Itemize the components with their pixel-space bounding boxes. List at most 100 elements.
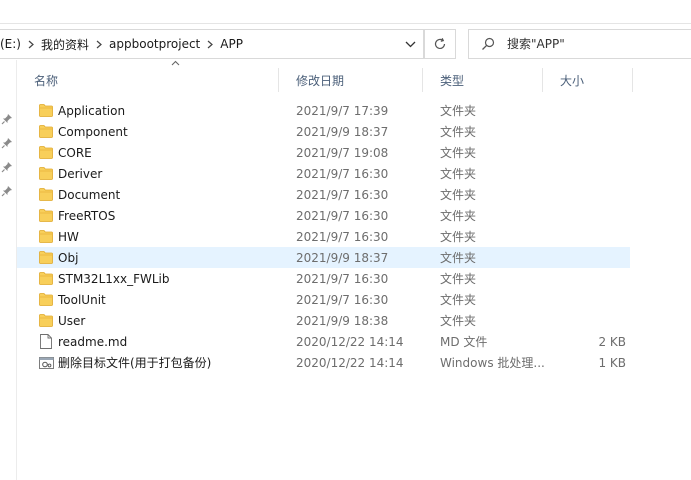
column-header-date[interactable]: 修改日期 — [279, 66, 423, 94]
file-row[interactable]: Deriver 2021/9/7 16:30 文件夹 — [17, 163, 691, 184]
folder-icon — [38, 124, 54, 140]
file-name: HW — [58, 229, 79, 244]
file-name-cell[interactable]: STM32L1xx_FWLib — [38, 268, 288, 289]
file-name-cell[interactable]: 删除目标文件(用于打包备份) — [38, 352, 288, 373]
file-name: ToolUnit — [58, 292, 106, 307]
file-name: Deriver — [58, 166, 103, 181]
file-date: 2021/9/9 18:37 — [296, 124, 389, 139]
file-type: 文件夹 — [440, 104, 477, 118]
file-type: 文件夹 — [440, 251, 477, 265]
file-row[interactable]: Application 2021/9/7 17:39 文件夹 — [17, 100, 691, 121]
file-name-cell[interactable]: CORE — [38, 142, 288, 163]
file-type: 文件夹 — [440, 293, 477, 307]
file-type: 文件夹 — [440, 272, 477, 286]
file-name-cell[interactable]: FreeRTOS — [38, 205, 288, 226]
column-header-size[interactable]: 大小 — [543, 66, 633, 94]
file-size: 2 KB — [598, 334, 626, 349]
file-date: 2021/9/7 16:30 — [296, 208, 389, 223]
folder-icon — [38, 145, 54, 161]
file-row[interactable]: STM32L1xx_FWLib 2021/9/7 16:30 文件夹 — [17, 268, 691, 289]
document-icon — [38, 334, 54, 350]
file-row[interactable]: 删除目标文件(用于打包备份) 2020/12/22 14:14 Windows 批处… — [17, 352, 691, 373]
refresh-button[interactable] — [424, 29, 456, 59]
file-type: MD 文件 — [440, 335, 488, 349]
file-date: 2021/9/9 18:38 — [296, 313, 389, 328]
file-date: 2021/9/7 17:39 — [296, 103, 389, 118]
pin-icon[interactable] — [1, 161, 13, 173]
file-row[interactable]: User 2021/9/9 18:38 文件夹 — [17, 310, 691, 331]
chevron-right-icon[interactable] — [24, 40, 38, 49]
file-type: 文件夹 — [440, 125, 477, 139]
file-type: 文件夹 — [440, 146, 477, 160]
file-name-cell[interactable]: Document — [38, 184, 288, 205]
folder-icon — [38, 187, 54, 203]
file-row[interactable]: readme.md 2020/12/22 14:14 MD 文件 2 KB — [17, 331, 691, 352]
folder-icon — [38, 250, 54, 266]
chevron-right-icon[interactable] — [203, 40, 217, 49]
address-bar[interactable]: (E:) 我的资料 appbootproject APP — [0, 29, 424, 59]
file-date: 2021/9/7 16:30 — [296, 166, 389, 181]
column-header-size-label: 大小 — [560, 73, 585, 88]
file-type: 文件夹 — [440, 314, 477, 328]
file-name-cell[interactable]: Obj — [38, 247, 288, 268]
breadcrumb-app[interactable]: APP — [217, 37, 246, 51]
breadcrumb-drive[interactable]: (E:) — [0, 37, 24, 51]
file-name: Component — [58, 124, 128, 139]
batch-file-icon — [38, 355, 54, 371]
file-name-cell[interactable]: Component — [38, 121, 288, 142]
file-date: 2021/9/7 16:30 — [296, 187, 389, 202]
file-row[interactable]: Document 2021/9/7 16:30 文件夹 — [17, 184, 691, 205]
sort-ascending-icon — [171, 60, 180, 66]
file-row[interactable]: CORE 2021/9/7 19:08 文件夹 — [17, 142, 691, 163]
file-name-cell[interactable]: readme.md — [38, 331, 288, 352]
chevron-right-icon[interactable] — [92, 40, 106, 49]
file-name-cell[interactable]: Deriver — [38, 163, 288, 184]
file-name: Obj — [58, 250, 79, 265]
pin-icon[interactable] — [1, 113, 13, 125]
file-type: 文件夹 — [440, 209, 477, 223]
file-name-cell[interactable]: Application — [38, 100, 288, 121]
file-name-cell[interactable]: ToolUnit — [38, 289, 288, 310]
search-box[interactable] — [468, 29, 691, 59]
file-name-cell[interactable]: HW — [38, 226, 288, 247]
file-type: 文件夹 — [440, 167, 477, 181]
file-name-cell[interactable]: User — [38, 310, 288, 331]
file-row[interactable]: Component 2021/9/9 18:37 文件夹 — [17, 121, 691, 142]
folder-icon — [38, 103, 54, 119]
column-header-name-label: 名称 — [34, 73, 59, 88]
search-icon — [481, 37, 507, 51]
refresh-icon — [434, 37, 446, 50]
file-name: User — [58, 313, 86, 328]
window-top-strip — [0, 0, 691, 24]
file-type: Windows 批处理... — [440, 356, 545, 370]
folder-icon — [38, 292, 54, 308]
file-date: 2021/9/7 16:30 — [296, 229, 389, 244]
column-divider[interactable] — [632, 68, 633, 92]
file-type: 文件夹 — [440, 188, 477, 202]
folder-icon — [38, 166, 54, 182]
file-name: readme.md — [58, 334, 128, 349]
breadcrumb-my-documents[interactable]: 我的资料 — [38, 36, 92, 53]
pin-icon[interactable] — [1, 137, 13, 149]
file-type: 文件夹 — [440, 230, 477, 244]
file-name: FreeRTOS — [58, 208, 116, 223]
file-row[interactable]: FreeRTOS 2021/9/7 16:30 文件夹 — [17, 205, 691, 226]
file-name: STM32L1xx_FWLib — [58, 271, 170, 286]
navigation-pane[interactable] — [0, 60, 17, 480]
pin-icon[interactable] — [1, 185, 13, 197]
file-date: 2020/12/22 14:14 — [296, 355, 404, 370]
folder-icon — [38, 313, 54, 329]
file-name: CORE — [58, 145, 92, 160]
search-input[interactable] — [507, 37, 687, 51]
breadcrumb: (E:) 我的资料 appbootproject APP — [0, 30, 246, 58]
column-header-type[interactable]: 类型 — [423, 66, 543, 94]
address-history-dropdown[interactable] — [398, 30, 422, 58]
file-row[interactable]: Obj 2021/9/9 18:37 文件夹 — [17, 247, 630, 268]
file-row[interactable]: HW 2021/9/7 16:30 文件夹 — [17, 226, 691, 247]
breadcrumb-appbootproject[interactable]: appbootproject — [106, 37, 203, 51]
file-name: 删除目标文件(用于打包备份) — [58, 356, 212, 370]
column-header-name[interactable]: 名称 — [17, 60, 279, 94]
file-row[interactable]: ToolUnit 2021/9/7 16:30 文件夹 — [17, 289, 691, 310]
column-header-date-label: 修改日期 — [296, 73, 345, 88]
file-date: 2021/9/7 16:30 — [296, 292, 389, 307]
